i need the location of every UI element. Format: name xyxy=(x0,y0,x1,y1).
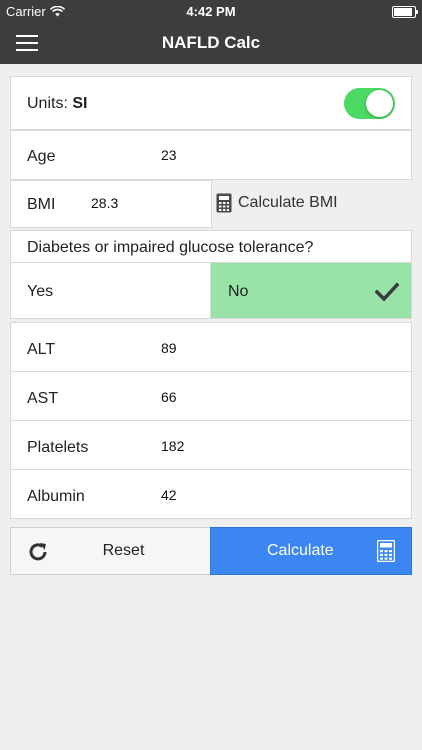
reset-button[interactable]: Reset xyxy=(10,527,211,575)
units-label-text: Units: xyxy=(27,95,68,112)
clock: 4:42 PM xyxy=(186,4,236,19)
diabetes-question: Diabetes or impaired glucose tolerance? xyxy=(27,239,314,256)
age-input[interactable]: 23 xyxy=(161,147,177,163)
calculator-icon xyxy=(377,540,395,562)
bmi-label: BMI xyxy=(27,196,56,213)
diabetes-yes-option[interactable]: Yes xyxy=(10,262,211,319)
lab-row-alt: ALT 89 xyxy=(10,322,412,372)
diabetes-yes-label: Yes xyxy=(27,283,54,300)
alt-label: ALT xyxy=(27,341,56,358)
platelets-input[interactable]: 182 xyxy=(161,438,184,454)
ast-input[interactable]: 66 xyxy=(161,389,177,405)
battery-icon xyxy=(392,6,418,18)
units-label: Units: SI xyxy=(27,95,87,113)
checkmark-icon xyxy=(375,282,399,302)
nav-bar: NAFLD Calc xyxy=(0,22,422,64)
alt-input[interactable]: 89 xyxy=(161,340,177,356)
diabetes-no-label: No xyxy=(228,283,249,300)
calculate-bmi-button[interactable]: Calculate BMI xyxy=(216,180,412,226)
bmi-row: BMI 28.3 xyxy=(10,180,212,228)
lab-row-albumin: Albumin 42 xyxy=(10,469,412,519)
age-row: Age 23 xyxy=(10,130,412,180)
units-row: Units: SI xyxy=(10,76,412,130)
albumin-input[interactable]: 42 xyxy=(161,487,177,503)
calculate-bmi-label: Calculate BMI xyxy=(238,194,338,211)
units-toggle[interactable] xyxy=(344,88,395,119)
platelets-label: Platelets xyxy=(27,439,89,456)
lab-row-ast: AST 66 xyxy=(10,371,412,421)
calculate-label: Calculate xyxy=(267,542,334,559)
albumin-label: Albumin xyxy=(27,488,85,505)
page-title: NAFLD Calc xyxy=(161,33,261,52)
age-label: Age xyxy=(27,148,56,165)
diabetes-question-row: Diabetes or impaired glucose tolerance? xyxy=(10,230,412,263)
calculate-button[interactable]: Calculate xyxy=(210,527,412,575)
status-bar: Carrier 4:42 PM xyxy=(0,0,422,22)
calculator-icon xyxy=(216,193,232,213)
diabetes-no-option[interactable]: No xyxy=(210,262,412,319)
units-value: SI xyxy=(72,95,88,112)
ast-label: AST xyxy=(27,390,59,407)
reset-label: Reset xyxy=(102,542,145,559)
bmi-input[interactable]: 28.3 xyxy=(91,195,118,211)
lab-row-platelets: Platelets 182 xyxy=(10,420,412,470)
